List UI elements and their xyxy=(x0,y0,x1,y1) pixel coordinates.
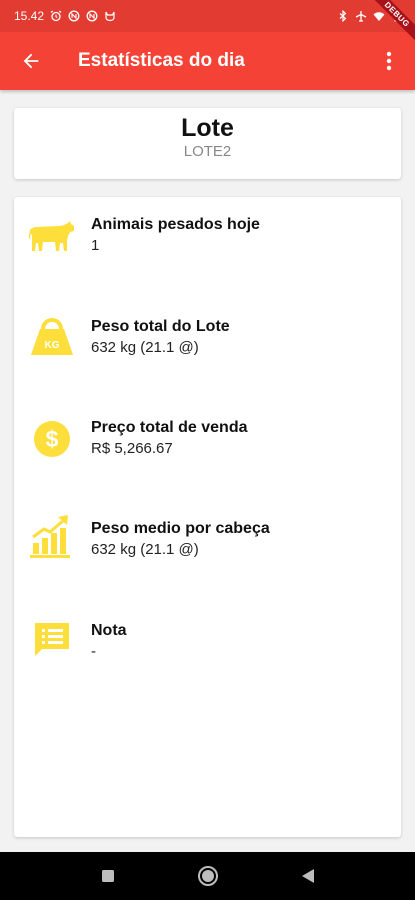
alarm-icon xyxy=(50,10,62,22)
status-bar: 15.42 xyxy=(0,0,415,32)
stat-value: 632 kg (21.1 @) xyxy=(91,339,199,356)
dollar-coin-icon: $ xyxy=(28,415,76,463)
status-time: 15.42 xyxy=(14,9,45,23)
more-vert-icon xyxy=(386,51,392,71)
cow-icon xyxy=(28,213,76,261)
stat-value: - xyxy=(91,643,96,660)
system-nav-bar xyxy=(0,852,415,900)
weight-kg-icon: KG xyxy=(28,312,76,360)
app-bar: Estatísticas do dia xyxy=(0,32,415,90)
svg-text:$: $ xyxy=(46,426,59,452)
home-icon xyxy=(197,866,218,886)
stat-value: 1 xyxy=(91,237,100,254)
status-left: 15.42 xyxy=(14,9,116,23)
stat-label: Preço total de venda xyxy=(91,419,248,436)
wifi-icon xyxy=(373,10,385,22)
stat-label: Nota xyxy=(91,622,127,639)
stat-animals-weighed: Animais pesados hoje 1 xyxy=(14,215,401,275)
recents-icon xyxy=(101,870,114,882)
recents-button[interactable] xyxy=(93,861,123,891)
back-icon xyxy=(301,869,314,883)
nfc-icon xyxy=(68,10,80,22)
nav-back-button[interactable] xyxy=(293,861,323,891)
stat-total-weight: KG Peso total do Lote 632 kg (21.1 @) xyxy=(14,317,401,377)
stat-total-price: $ Preço total de venda R$ 5,266.67 xyxy=(14,418,401,478)
cat-icon xyxy=(104,10,116,22)
stat-label: Animais pesados hoje xyxy=(91,216,260,233)
stat-label: Peso medio por cabeça xyxy=(91,520,270,537)
note-icon xyxy=(28,616,76,664)
page-title: Estatísticas do dia xyxy=(78,50,245,71)
lote-card: Lote LOTE2 xyxy=(14,108,401,179)
more-menu-button[interactable] xyxy=(367,32,411,90)
nfc-icon xyxy=(86,10,98,22)
home-button[interactable] xyxy=(193,861,223,891)
lote-name: LOTE2 xyxy=(183,143,232,160)
battery-icon xyxy=(391,10,403,22)
svg-text:KG: KG xyxy=(45,340,60,351)
stat-value: 632 kg (21.1 @) xyxy=(91,541,199,558)
stat-value: R$ 5,266.67 xyxy=(91,440,173,457)
growth-chart-icon xyxy=(28,511,76,559)
stats-card: Animais pesados hoje 1 KG Peso total do … xyxy=(14,197,401,837)
arrow-back-icon xyxy=(23,53,39,69)
stat-note: Nota - xyxy=(14,621,401,681)
back-button[interactable] xyxy=(2,32,60,90)
stat-label: Peso total do Lote xyxy=(91,318,230,335)
stat-average-weight: Peso medio por cabeça 632 kg (21.1 @) xyxy=(14,515,401,579)
status-right xyxy=(337,10,403,22)
bluetooth-icon xyxy=(337,10,349,22)
lote-title: Lote xyxy=(181,114,234,142)
airplane-icon xyxy=(355,10,367,22)
